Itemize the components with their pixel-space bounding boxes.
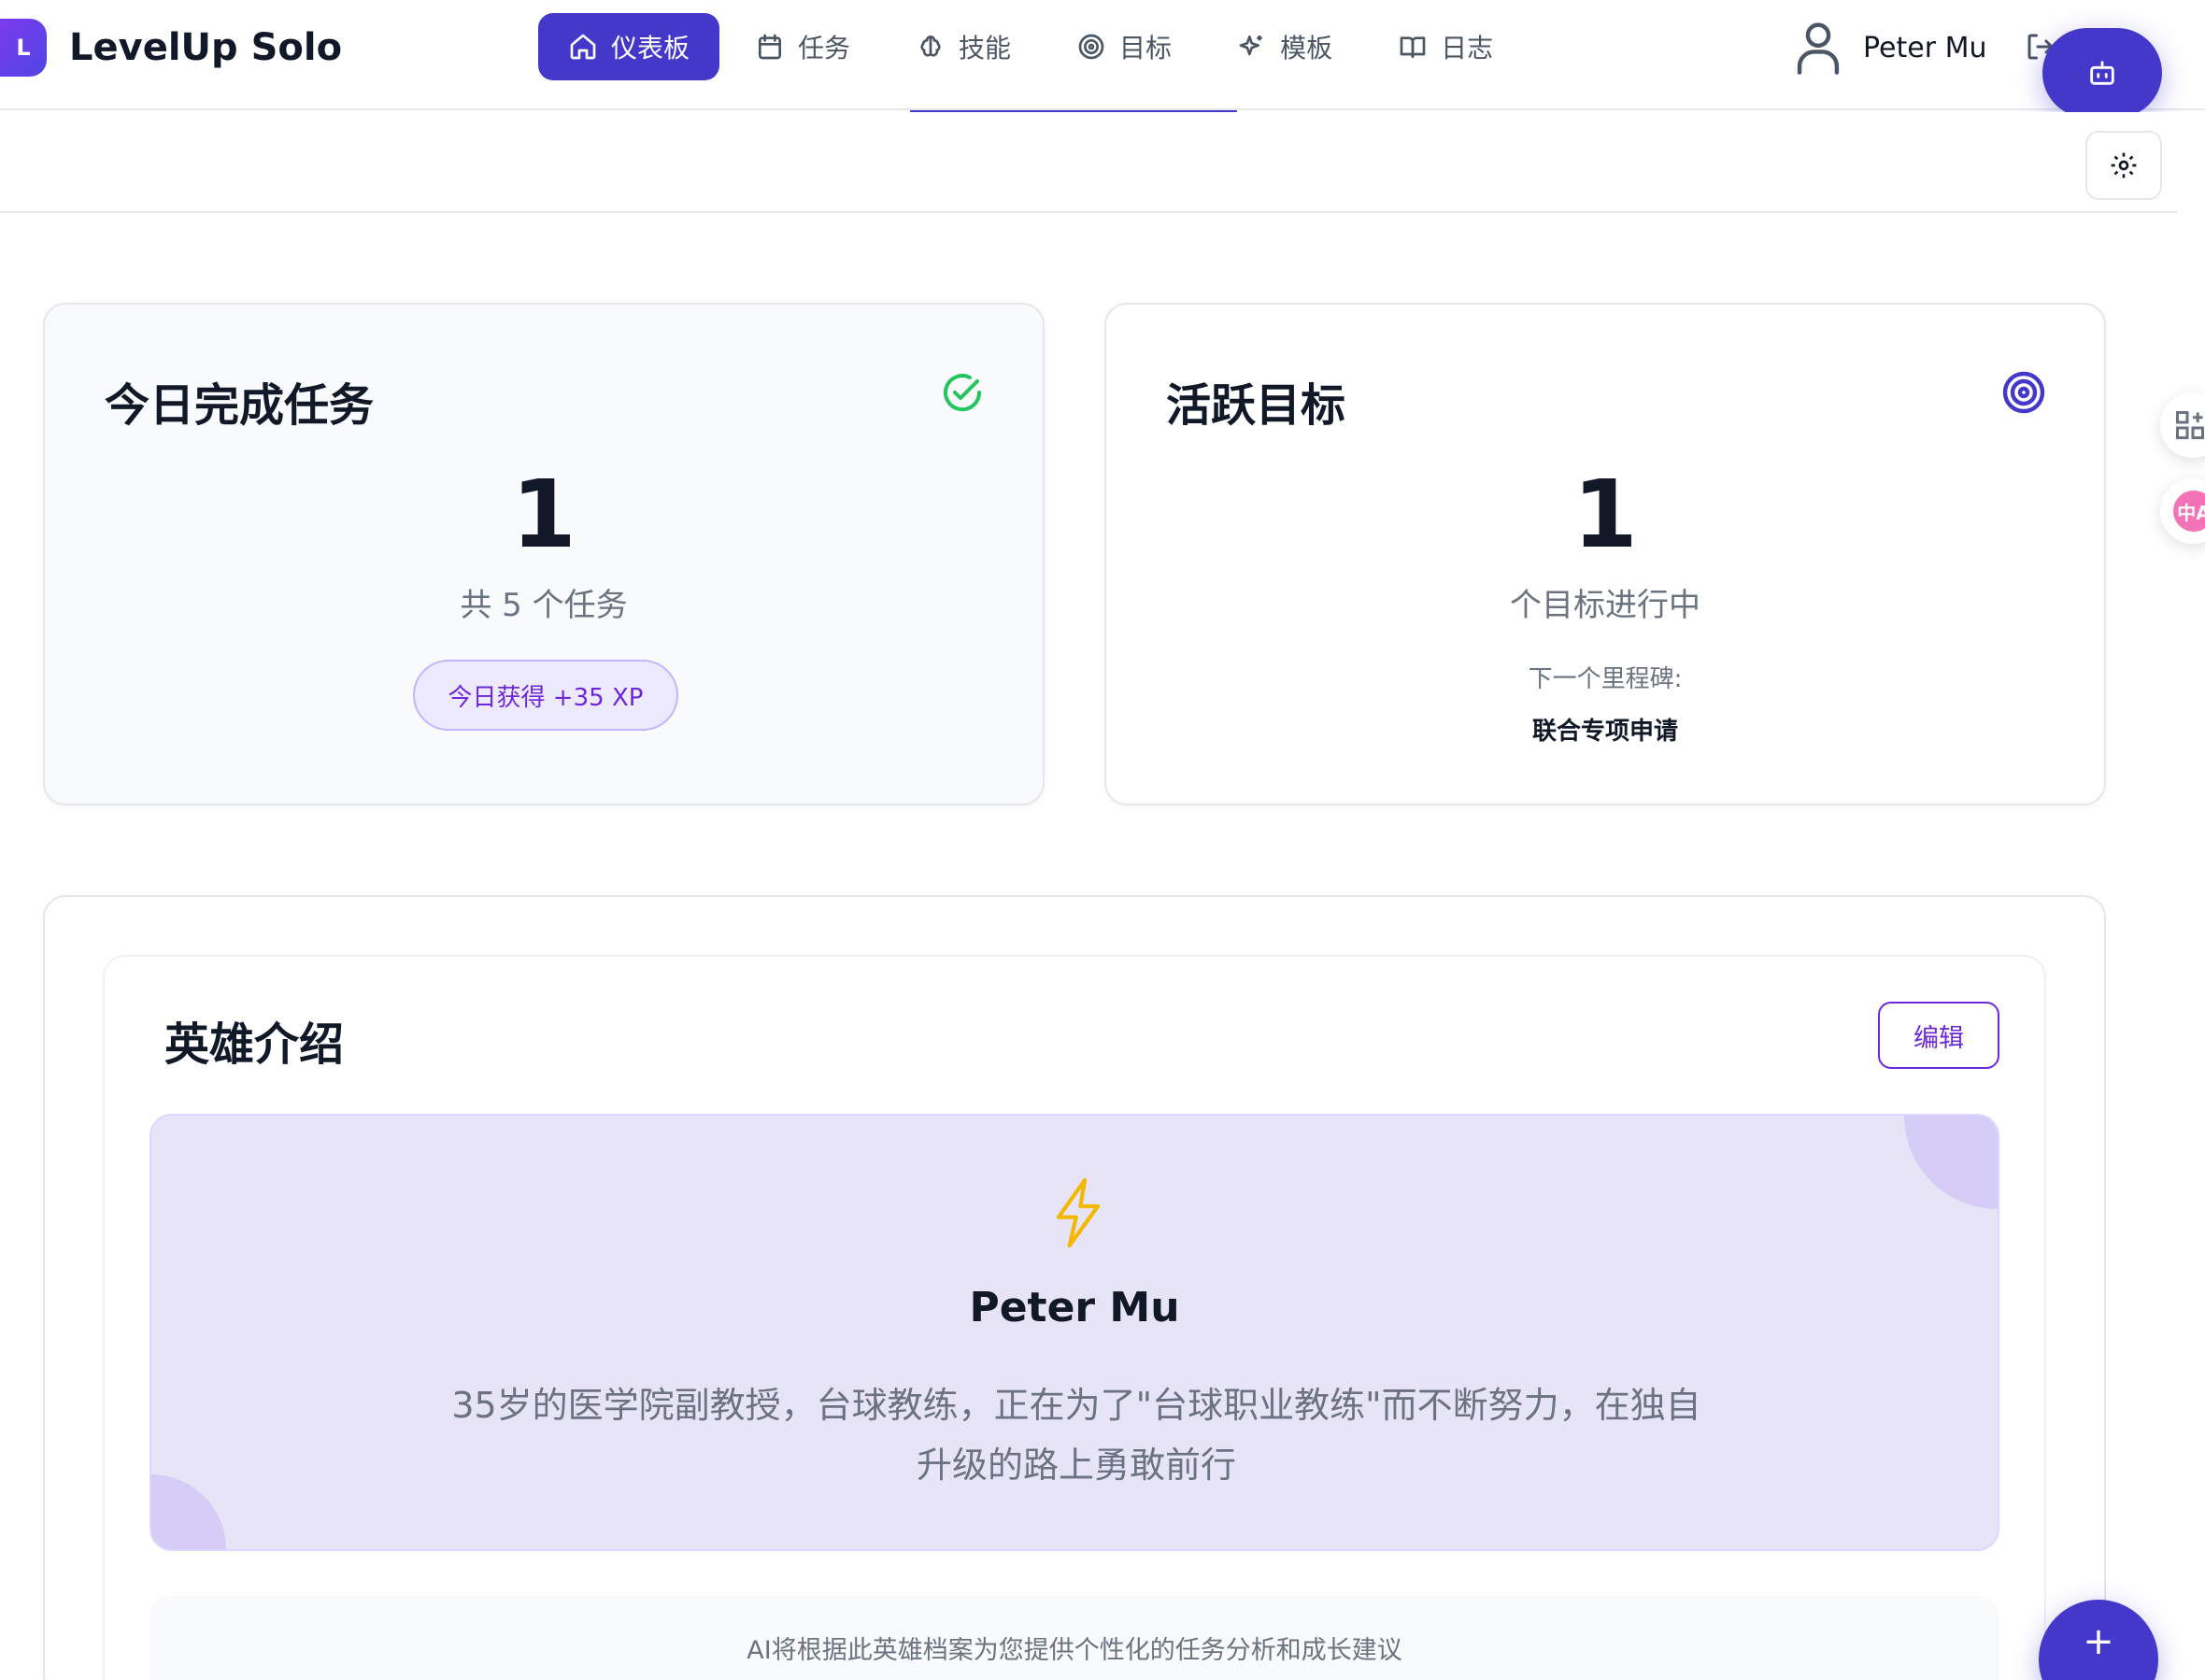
top-navbar: L LevelUp Solo 仪表板 任务 技能 目标 模板 日志 Peter …: [0, 0, 2205, 110]
nav-item-label: 日志: [1441, 33, 1494, 64]
hero-name: Peter Mu: [969, 1284, 1180, 1331]
lightning-icon: [1056, 1177, 1101, 1248]
goals-subtitle: 个目标进行中: [1510, 587, 1700, 624]
target-icon: [1078, 34, 1104, 60]
side-tool-translate[interactable]: 中A: [2160, 478, 2205, 544]
nav-item-label: 目标: [1119, 33, 1173, 64]
milestone-label: 下一个里程碑:: [1528, 665, 1683, 693]
ai-assistant-button[interactable]: [2042, 28, 2162, 118]
nav-item-journal[interactable]: 日志: [1368, 13, 1523, 80]
nav-item-goals[interactable]: 目标: [1046, 13, 1202, 80]
translate-icon: 中A: [2173, 491, 2205, 532]
card-title: 今日完成任务: [105, 379, 375, 432]
milestone-value: 联合专项申请: [1531, 718, 1678, 746]
nav-item-label: 技能: [959, 33, 1012, 64]
ai-note: AI将根据此英雄档案为您提供个性化的任务分析和成长建议: [149, 1596, 1999, 1680]
gear-icon: [2111, 152, 2137, 178]
apps-icon: [2176, 411, 2204, 439]
hero-bio: 35岁的医学院副教授，台球教练，正在为了"台球职业教练"而不断努力，在独自升级的…: [451, 1385, 1701, 1486]
decorative-circle: [1904, 1116, 1998, 1209]
bot-icon: [2090, 61, 2114, 85]
target-icon: [2002, 371, 2045, 414]
user-menu[interactable]: Peter Mu: [1792, 19, 1986, 77]
nav-item-skills[interactable]: 技能: [886, 13, 1041, 80]
active-goals-count: 1: [1572, 460, 1638, 569]
today-tasks-card: 今日完成任务 1 共 5 个任务 今日获得 +35 XP: [43, 303, 1045, 805]
nav-item-label: 仪表板: [611, 33, 690, 64]
sub-header: [0, 112, 2177, 213]
edit-hero-button[interactable]: 编辑: [1878, 1002, 1999, 1069]
active-goals-card: 活跃目标 1 个目标进行中 下一个里程碑: 联合专项申请: [1104, 303, 2106, 805]
app-name: LevelUp Solo: [69, 26, 343, 69]
xp-badge: 今日获得 +35 XP: [413, 660, 678, 731]
calendar-icon: [759, 34, 782, 60]
settings-button[interactable]: [2085, 131, 2162, 200]
sparkles-icon: [1239, 36, 1262, 56]
app-logo: L: [0, 19, 47, 77]
user-icon: [1797, 22, 1840, 75]
home-icon: [570, 34, 596, 60]
nav-item-tasks[interactable]: 任务: [725, 13, 880, 80]
user-name: Peter Mu: [1863, 31, 1987, 64]
nav-item-label: 任务: [798, 33, 851, 64]
nav-item-dashboard[interactable]: 仪表板: [538, 13, 720, 80]
check-circle-icon: [944, 374, 982, 412]
hero-banner: Peter Mu 35岁的医学院副教授，台球教练，正在为了"台球职业教练"而不断…: [149, 1114, 1999, 1551]
nav-item-templates[interactable]: 模板: [1207, 13, 1362, 80]
nav-item-label: 模板: [1280, 33, 1333, 64]
book-icon: [1400, 36, 1426, 58]
side-tool-apps[interactable]: [2160, 392, 2205, 458]
hero-section-title: 英雄介绍: [164, 1018, 345, 1071]
brain-icon: [920, 36, 941, 57]
main-nav: 仪表板 任务 技能 目标 模板 日志: [538, 13, 1529, 80]
tasks-completed-count: 1: [511, 460, 576, 569]
brand[interactable]: L LevelUp Solo: [0, 19, 342, 77]
card-title: 活跃目标: [1166, 379, 1346, 432]
tasks-total-text: 共 5 个任务: [460, 587, 628, 624]
decorative-circle: [151, 1474, 226, 1549]
